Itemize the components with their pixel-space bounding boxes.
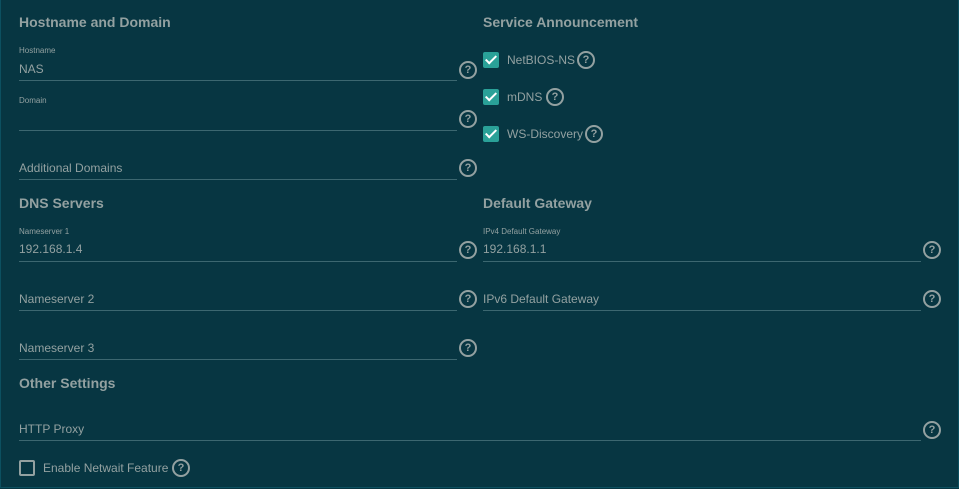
http-proxy-field[interactable]: HTTP Proxy xyxy=(19,421,921,441)
hostname-label: Hostname xyxy=(19,46,56,55)
hostname-help-icon[interactable]: ? xyxy=(459,61,477,79)
nameserver1-help-icon[interactable]: ? xyxy=(459,241,477,259)
section-title-default-gateway: Default Gateway xyxy=(483,195,592,211)
domain-label: Domain xyxy=(19,96,47,105)
nameserver1-underline xyxy=(19,261,457,262)
additional-domains-field[interactable]: Additional Domains xyxy=(19,160,457,180)
http-proxy-placeholder: HTTP Proxy xyxy=(19,422,85,436)
domain-underline xyxy=(19,130,457,131)
ipv4-gateway-value[interactable]: 192.168.1.1 xyxy=(483,242,546,256)
ipv6-gateway-field[interactable]: IPv6 Default Gateway xyxy=(483,291,921,311)
ipv6-gateway-placeholder: IPv6 Default Gateway xyxy=(483,292,600,306)
hostname-field[interactable]: Hostname NAS xyxy=(19,46,457,82)
additional-domains-help-icon[interactable]: ? xyxy=(459,159,477,177)
nameserver3-placeholder: Nameserver 3 xyxy=(19,341,95,355)
wsd-label[interactable]: WS-Discovery xyxy=(507,127,583,141)
ipv4-gateway-field[interactable]: IPv4 Default Gateway 192.168.1.1 xyxy=(483,227,921,263)
mdns-checkbox[interactable] xyxy=(483,89,499,105)
section-title-other-settings: Other Settings xyxy=(19,375,116,391)
nameserver2-placeholder: Nameserver 2 xyxy=(19,292,95,306)
netbios-label[interactable]: NetBIOS-NS xyxy=(507,53,575,67)
ipv6-gateway-underline xyxy=(483,310,921,311)
nameserver1-value[interactable]: 192.168.1.4 xyxy=(19,242,82,256)
nameserver2-field[interactable]: Nameserver 2 xyxy=(19,291,457,311)
nameserver3-help-icon[interactable]: ? xyxy=(459,339,477,357)
netwait-checkbox[interactable] xyxy=(19,460,35,476)
ipv4-gateway-underline xyxy=(483,261,921,262)
netwait-label[interactable]: Enable Netwait Feature xyxy=(43,461,168,475)
netwait-help-icon[interactable]: ? xyxy=(172,459,190,477)
http-proxy-underline xyxy=(19,440,921,441)
additional-domains-underline xyxy=(19,179,457,180)
mdns-label[interactable]: mDNS xyxy=(507,90,542,104)
http-proxy-help-icon[interactable]: ? xyxy=(923,421,941,439)
additional-domains-placeholder: Additional Domains xyxy=(19,161,123,175)
domain-field[interactable]: Domain xyxy=(19,96,457,132)
ipv4-gateway-help-icon[interactable]: ? xyxy=(923,241,941,259)
nameserver3-field[interactable]: Nameserver 3 xyxy=(19,340,457,360)
section-title-dns-servers: DNS Servers xyxy=(19,195,104,211)
domain-help-icon[interactable]: ? xyxy=(459,110,477,128)
mdns-help-icon[interactable]: ? xyxy=(546,88,564,106)
section-title-service-announcement: Service Announcement xyxy=(483,14,639,30)
netbios-checkbox[interactable] xyxy=(483,52,499,68)
nameserver1-label: Nameserver 1 xyxy=(19,227,70,236)
nameserver3-underline xyxy=(19,359,457,360)
hostname-underline xyxy=(19,80,457,81)
nameserver2-help-icon[interactable]: ? xyxy=(459,290,477,308)
ipv6-gateway-help-icon[interactable]: ? xyxy=(923,290,941,308)
nameserver1-field[interactable]: Nameserver 1 192.168.1.4 xyxy=(19,227,457,263)
wsd-help-icon[interactable]: ? xyxy=(585,125,603,143)
hostname-value[interactable]: NAS xyxy=(19,62,44,76)
section-title-hostname-domain: Hostname and Domain xyxy=(19,14,171,30)
nameserver2-underline xyxy=(19,310,457,311)
ipv4-gateway-label: IPv4 Default Gateway xyxy=(483,227,561,236)
netbios-help-icon[interactable]: ? xyxy=(577,51,595,69)
wsd-checkbox[interactable] xyxy=(483,126,499,142)
